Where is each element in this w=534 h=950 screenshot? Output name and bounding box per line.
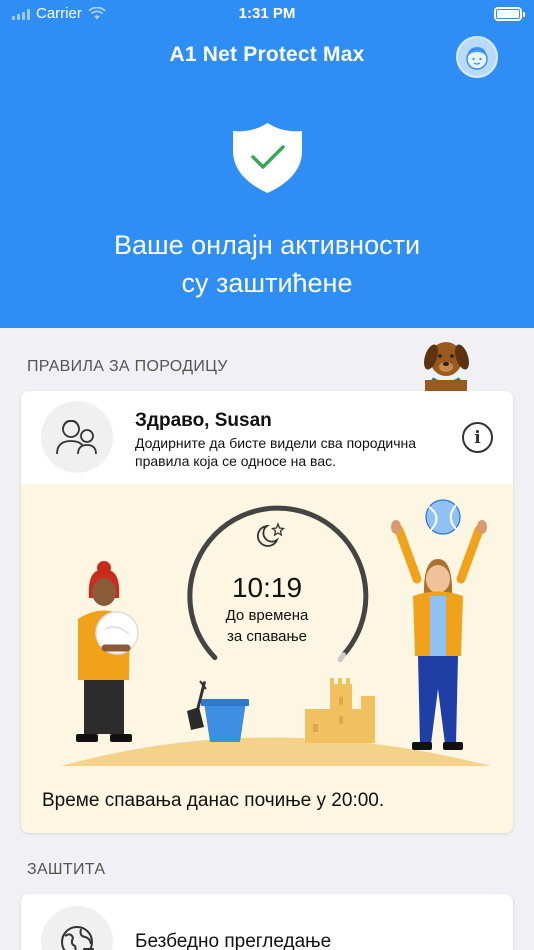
bedtime-countdown-label: До времена за спавање (225, 607, 309, 645)
safe-browsing-title: Безбедно прегледање (135, 931, 332, 950)
shield-check-icon (233, 123, 302, 193)
greeting-title: Здраво, Susan (135, 410, 272, 431)
header: Carrier 1:31 PM A1 Net Protect Max Ваше … (0, 0, 534, 328)
safe-browsing-card[interactable]: Безбедно прегледање (21, 894, 513, 950)
family-rules-section-label: ПРАВИЛА ЗА ПОРОДИЦУ (27, 358, 228, 375)
family-rules-card[interactable]: Здраво, Susan Додирните да бисте видели … (21, 391, 513, 833)
status-time: 1:31 PM (238, 5, 296, 22)
avatar-icon[interactable] (456, 36, 498, 78)
info-icon[interactable]: i (462, 422, 493, 453)
dog-mascot-illustration (424, 342, 469, 391)
protection-status-message: Ваше онлајн активности су заштићене (113, 230, 421, 298)
app-title: A1 Net Protect Max (169, 43, 365, 66)
protection-section-label: ЗАШТИТА (27, 861, 106, 878)
moon-star-icon (256, 522, 286, 547)
family-icon (41, 401, 113, 473)
bedtime-countdown: 10:19 (231, 572, 303, 603)
greeting-row[interactable]: Здраво, Susan Додирните да бисте видели … (21, 391, 513, 484)
globe-icon (41, 906, 113, 950)
greeting-subtitle: Додирните да бисте видели сва породична … (135, 435, 417, 469)
battery-icon (494, 7, 525, 21)
bedtime-note: Време спавања данас почиње у 20:00. (42, 790, 385, 811)
status-bar: Carrier 1:31 PM (0, 0, 534, 30)
bedtime-panel: 10:19 До времена за спавање Време спавањ… (21, 484, 513, 833)
